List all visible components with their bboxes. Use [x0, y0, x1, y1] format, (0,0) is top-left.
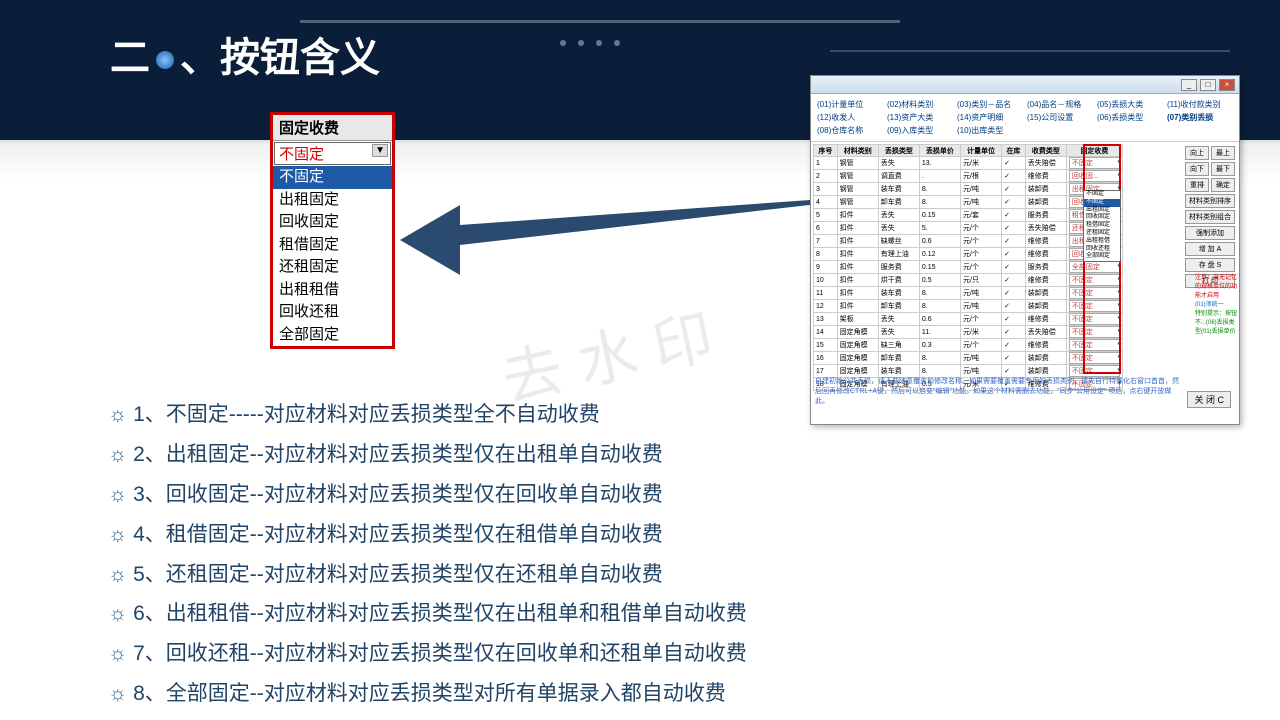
category-tag[interactable]: (01)计量单位	[815, 98, 885, 111]
category-tag[interactable]: (11)收付款类别	[1165, 98, 1235, 111]
close-panel-button[interactable]: 关 闭 C	[1187, 391, 1231, 408]
category-tag[interactable]: (04)品名－规格	[1025, 98, 1095, 111]
dropdown-option[interactable]: 全部固定	[273, 324, 392, 347]
table-row[interactable]: 7扣件缺螺丝0.6元/个维修费出租租借	[814, 235, 1123, 248]
category-tag[interactable]: (08)仓库名称	[815, 124, 885, 137]
dropdown-list-inline[interactable]: 不固定不固定出租固定回收固定租借固定还租固定出租租借回收还租全部固定	[1083, 190, 1121, 262]
category-tag[interactable]: (14)资产明细	[955, 111, 1025, 124]
category-tag[interactable]: (03)类别－品名	[955, 98, 1025, 111]
category-tag[interactable]: (12)收发人	[815, 111, 885, 124]
side-button[interactable]: 最下	[1211, 162, 1235, 176]
category-tags: (01)计量单位(02)材料类别(03)类别－品名(04)品名－规格(05)丢损…	[811, 94, 1239, 142]
side-button[interactable]: 向上	[1185, 146, 1209, 160]
category-tag[interactable]: (02)材料类别	[885, 98, 955, 111]
category-tag[interactable]: (09)入库类型	[885, 124, 955, 137]
side-button[interactable]: 材料类别组合	[1185, 210, 1235, 224]
table-row[interactable]: 9扣件服务费0.15元/个服务费全部固定	[814, 261, 1123, 274]
side-button[interactable]: 增 加 A	[1185, 242, 1235, 256]
bullet-item: 3、回收固定--对应材料对应丢损类型仅在回收单自动收费	[108, 475, 747, 515]
side-button[interactable]: 向下	[1185, 162, 1209, 176]
side-button[interactable]: 最上	[1211, 146, 1235, 160]
table-row[interactable]: 4钢管卸车费8.元/吨装卸费回收固定	[814, 196, 1123, 209]
maximize-button[interactable]: □	[1200, 79, 1216, 91]
arrow-annotation	[400, 190, 820, 285]
dropdown-option[interactable]: 租借固定	[273, 234, 392, 257]
bullet-item: 6、出租租借--对应材料对应丢损类型仅在出租单和租借单自动收费	[108, 594, 747, 634]
bullet-item: 8、全部固定--对应材料对应丢损类型对所有单据录入都自动收费	[108, 674, 747, 714]
bullet-item: 2、出租固定--对应材料对应丢损类型仅在出租单自动收费	[108, 435, 747, 475]
table-row[interactable]: 1钢管丢失13.元/米丢失赔偿不固定	[814, 157, 1123, 170]
dropdown-option[interactable]: 回收还租	[273, 301, 392, 324]
bullet-item: 1、不固定-----对应材料对应丢损类型全不自动收费	[108, 395, 747, 435]
minimize-button[interactable]: _	[1181, 79, 1197, 91]
side-notes: 注意：当无记忆的规格单位的功能才启用 (01)须统一 特别提示：按钮不...(0…	[1195, 272, 1237, 335]
category-tag[interactable]: (06)丢损类型	[1095, 111, 1165, 124]
bullet-item: 7、回收还租--对应材料对应丢损类型仅在回收单和还租单自动收费	[108, 634, 747, 674]
bullet-list: 1、不固定-----对应材料对应丢损类型全不自动收费2、出租固定--对应材料对应…	[108, 395, 747, 714]
table-row[interactable]: 13架板丢失0.6元/个维修费不固定	[814, 313, 1123, 326]
table-row[interactable]: 10扣件烘干费0.5元/只维修费不固定	[814, 274, 1123, 287]
table-row[interactable]: 3钢管装车费8.元/吨装卸费出租固定	[814, 183, 1123, 196]
table-row[interactable]: 11扣件装车费8.元/吨装卸费不固定	[814, 287, 1123, 300]
table-row[interactable]: 14固定角模丢失11.元/米丢失赔偿不固定	[814, 326, 1123, 339]
dropdown-selected[interactable]: 不固定	[274, 142, 391, 165]
category-tag[interactable]: (15)公司设置	[1025, 111, 1095, 124]
table-row[interactable]: 15固定角模缺三角0.3元/个维修费不固定	[814, 339, 1123, 352]
category-tag[interactable]: (07)类别丢损	[1165, 111, 1235, 124]
dropdown-zoom: 固定收费 不固定 不固定出租固定回收固定租借固定还租固定出租租借回收还租全部固定	[270, 112, 395, 349]
side-button[interactable]: 重排	[1185, 178, 1209, 192]
data-grid[interactable]: 序号材料类别丢损类型丢损单价计量单位在库收费类型固定收费1钢管丢失13.元/米丢…	[813, 144, 1123, 391]
bullet-item: 5、还租固定--对应材料对应丢损类型仅在还租单自动收费	[108, 555, 747, 595]
side-button[interactable]: 强制添加	[1185, 226, 1235, 240]
category-tag[interactable]: (05)丢损大类	[1095, 98, 1165, 111]
table-row[interactable]: 6扣件丢失5.元/个丢失赔偿还租固定	[814, 222, 1123, 235]
table-row[interactable]: 16固定角模卸车费8.元/吨装卸费不固定	[814, 352, 1123, 365]
dropdown-option[interactable]: 出租固定	[273, 189, 392, 212]
close-button[interactable]: ×	[1219, 79, 1235, 91]
table-row[interactable]: 12扣件卸车费8.元/吨装卸费不固定	[814, 300, 1123, 313]
side-button[interactable]: 确定	[1211, 178, 1235, 192]
window-titlebar: _ □ ×	[811, 76, 1239, 94]
side-button[interactable]: 材料类别排序	[1185, 194, 1235, 208]
dropdown-option[interactable]: 还租固定	[273, 256, 392, 279]
footer-note: 自建初始公共丢损，请不要随意覆盖和修改名称。如果需要覆盖需要专用的丢损类别，请先…	[815, 376, 1179, 406]
slide-title: 二、按钮含义	[110, 25, 380, 83]
bullet-item: 4、租借固定--对应材料对应丢损类型仅在租借单自动收费	[108, 515, 747, 555]
table-row[interactable]: 8扣件有理上油0.12元/个维修费回收还租	[814, 248, 1123, 261]
table-row[interactable]: 2钢管调直费.元/根维修费回收固...	[814, 170, 1123, 183]
category-tag[interactable]: (10)出库类型	[955, 124, 1025, 137]
category-tag[interactable]: (13)资产大类	[885, 111, 955, 124]
table-row[interactable]: 5扣件丢失0.15元/套服务费租借固定	[814, 209, 1123, 222]
dropdown-option[interactable]: 不固定	[273, 166, 392, 189]
dropdown-option[interactable]: 出租租借	[273, 279, 392, 302]
dropdown-header: 固定收费	[273, 115, 392, 141]
side-button[interactable]: 存 盘 S	[1185, 258, 1235, 272]
dropdown-option[interactable]: 回收固定	[273, 211, 392, 234]
app-window: _ □ × (01)计量单位(02)材料类别(03)类别－品名(04)品名－规格…	[810, 75, 1240, 425]
